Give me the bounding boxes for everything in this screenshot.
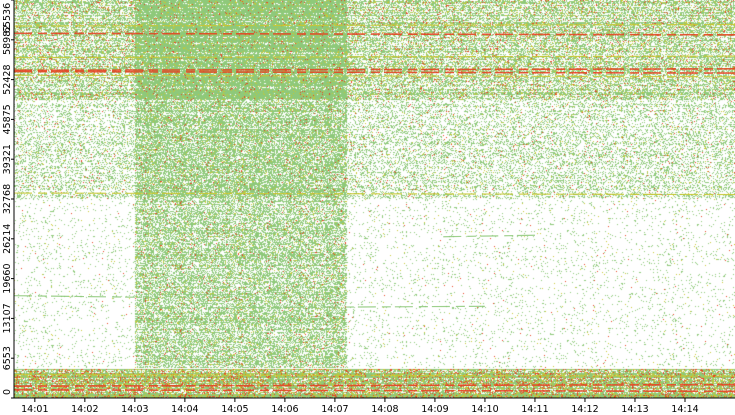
- x-tick-label: 14:01: [21, 404, 48, 415]
- y-tick-label: 45875: [2, 104, 13, 134]
- x-tick-label: 14:14: [671, 404, 698, 415]
- chart-svg: 14:01 14:02 14:03 14:04 14:05 14:06 14:07 14:08…: [2, 0, 735, 415]
- x-tick-label: 14:10: [471, 404, 498, 415]
- x-tick-label: 14:05: [221, 404, 248, 415]
- x-axis: 14:01 14:02 14:03 14:04 14:05 14:06 14:07 14:08…: [21, 398, 699, 415]
- y-tick-label: 6553: [2, 346, 13, 370]
- y-tick-label: 26214: [2, 224, 13, 254]
- y-tick-label: 19660: [2, 263, 13, 293]
- y-tick-label: 65536: [2, 3, 13, 33]
- x-tick-label: 14:08: [371, 404, 398, 415]
- y-tick-label: 0: [2, 389, 13, 395]
- y-tick-label: 39321: [2, 144, 13, 174]
- plot-area: [13, 0, 735, 398]
- y-tick-label: 13107: [2, 303, 13, 333]
- x-tick-label: 14:12: [571, 404, 598, 415]
- density-layer: [14, 0, 735, 398]
- x-tick-label: 14:06: [271, 404, 298, 415]
- y-axis: 0 6553 13107 19660 26214 32768 39321 45875 52428…: [2, 0, 14, 399]
- x-tick-label: 14:03: [121, 404, 148, 415]
- y-tick-label: 32768: [2, 184, 13, 214]
- x-tick-label: 14:07: [321, 404, 348, 415]
- y-tick-label: 52428: [2, 64, 13, 94]
- x-tick-label: 14:09: [421, 404, 448, 415]
- x-tick-label: 14:02: [71, 404, 98, 415]
- x-tick-label: 14:04: [171, 404, 198, 415]
- x-tick-label: 14:13: [621, 404, 648, 415]
- x-tick-label: 14:11: [521, 404, 548, 415]
